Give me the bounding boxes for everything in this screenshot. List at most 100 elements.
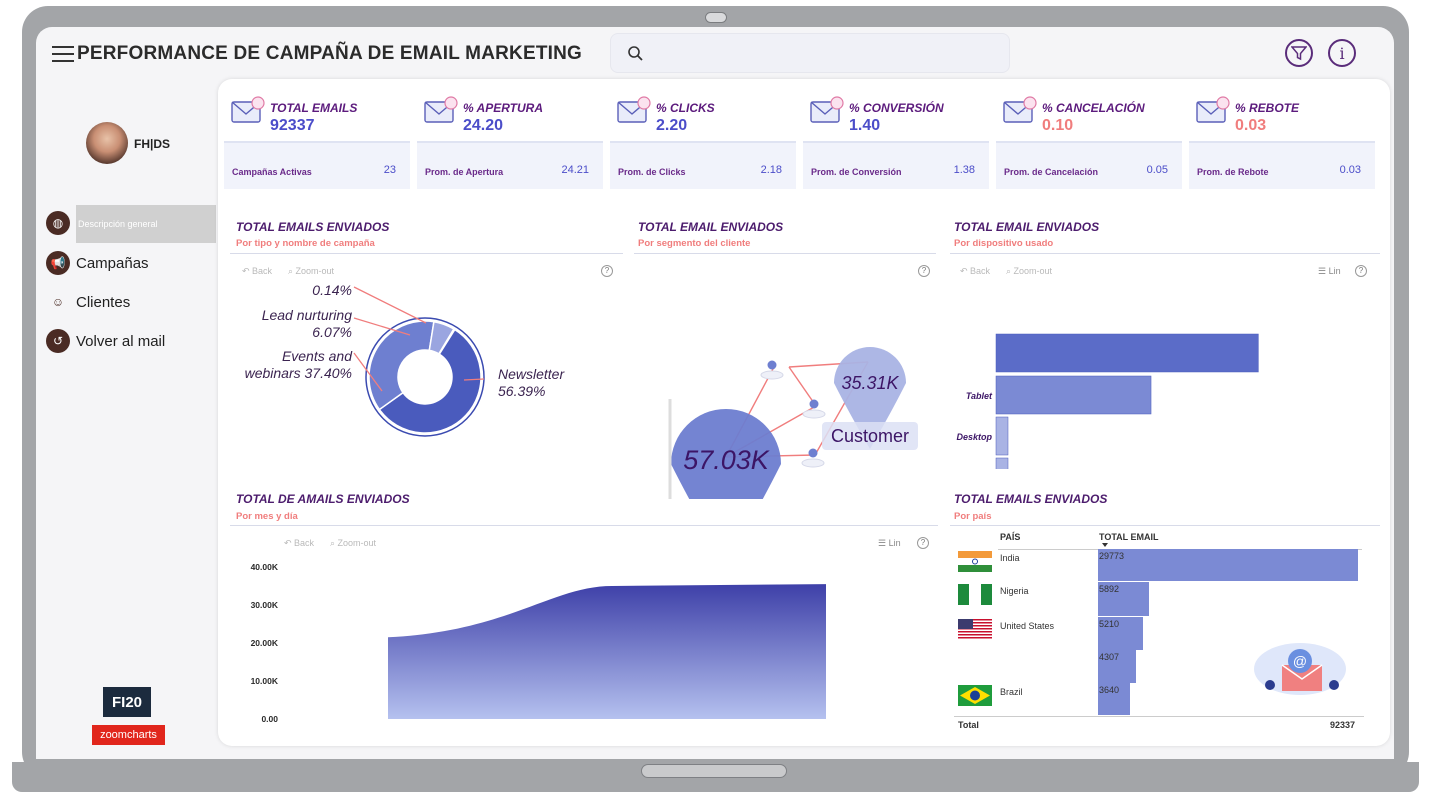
click-mail-icon: [617, 96, 651, 123]
back-button[interactable]: ↶ Back: [960, 266, 990, 277]
nav-item-campaigns[interactable]: 📢 Campañas: [46, 250, 149, 276]
kpi-top: % APERTURA 24.20: [417, 87, 603, 139]
donut-label: webinars 37.40%: [245, 365, 352, 381]
kpi-card: % CANCELACIÓN 0.10 Prom. de Cancelación 0.0…: [996, 87, 1182, 191]
search-input[interactable]: [610, 33, 1010, 73]
kpi-card: % REBOTE 0.03 Prom. de Rebote 0.03: [1189, 87, 1375, 191]
kpi-sub-value: 0.05: [1146, 164, 1168, 176]
nav-item-clients[interactable]: ☺ Clientes: [46, 289, 130, 315]
filter-icon: [1291, 46, 1307, 61]
kpi-bottom: Prom. de Conversión 1.38: [803, 141, 989, 189]
chart-subtitle: Por mes y día: [236, 511, 298, 522]
divider: [950, 525, 1380, 526]
chart-title: TOTAL EMAIL ENVIADOS: [954, 220, 1100, 234]
country-value: 5892: [1099, 584, 1120, 594]
zoomcharts-logo: zoomcharts: [92, 725, 165, 745]
mail-icon: [231, 96, 265, 123]
network-chart[interactable]: 57.03KLead35.31KCustomer: [634, 259, 944, 499]
y-tick-label: 0.00: [261, 714, 278, 724]
donut-label: Promotional: [277, 279, 353, 281]
zoom-out-button[interactable]: ⌕ Zoom-out: [1006, 266, 1052, 277]
filter-clear-button[interactable]: [1285, 39, 1313, 67]
kpi-sub-label: Prom. de Apertura: [425, 167, 504, 177]
help-icon[interactable]: ?: [601, 265, 613, 277]
usa-flag-icon: [958, 619, 992, 639]
divider: [634, 253, 936, 254]
column-header-country[interactable]: PAÍS: [1000, 532, 1020, 542]
divider: [230, 525, 938, 526]
area-chart[interactable]: 0.00 10.00K 20.00K 30.00K 40.00K julio agosto s…: [230, 545, 938, 725]
device-bar-chart[interactable]: TabletDesktopMobile05K10K15K20K25K30K35K…: [950, 279, 1380, 469]
network-value-label: 35.31K: [841, 373, 899, 393]
y-tick-label: 10.00K: [251, 676, 279, 686]
kpi-bottom: Campañas Activas 23: [224, 141, 410, 189]
zoom-out-button[interactable]: ⌕ Zoom-out: [288, 266, 334, 277]
chart-subtitle: Por dispositivo usado: [954, 238, 1054, 249]
device-bar: [995, 457, 1009, 469]
area-series: [388, 584, 826, 719]
nav-item-label: Clientes: [76, 293, 131, 311]
kpi-sub-label: Prom. de Rebote: [1197, 167, 1269, 177]
avatar: [86, 122, 128, 164]
donut-leader-line: [353, 286, 427, 324]
sort-desc-icon: [1102, 543, 1108, 547]
chart-subtitle: Por país: [954, 511, 992, 522]
kpi-top: TOTAL EMAILS 92337: [224, 87, 410, 139]
kpi-label: % CANCELACIÓN: [1042, 101, 1145, 115]
device-category-label: Tablet: [966, 391, 993, 401]
device-bar: [995, 333, 1259, 373]
kpi-label: % APERTURA: [463, 101, 544, 115]
donut-chart[interactable]: Newsletter56.39% Events andwebinars 37.40…: [230, 279, 623, 469]
menu-icon[interactable]: [52, 46, 74, 62]
network-node-label: [801, 458, 825, 468]
donut-label: Events and: [282, 348, 353, 364]
nav-item-overview[interactable]: Descripción general: [76, 205, 216, 243]
email-marketing-illustration: @: [1254, 643, 1346, 695]
kpi-top: % CANCELACIÓN 0.10: [996, 87, 1182, 139]
network-category-label: Customer: [831, 426, 909, 446]
help-icon[interactable]: ?: [1355, 265, 1367, 277]
y-tick-label: 40.00K: [251, 562, 279, 572]
country-name: Nigeria: [1000, 586, 1029, 596]
network-node-label: [760, 370, 784, 380]
people-icon: ☺: [51, 295, 65, 309]
donut-label: 56.39%: [498, 383, 545, 399]
back-button[interactable]: ↶ Back: [242, 266, 272, 277]
open-mail-icon: [424, 96, 458, 123]
device-bar: [995, 416, 1009, 456]
chart-title: TOTAL EMAILS ENVIADOS: [954, 492, 1108, 506]
kpi-sub-value: 0.03: [1339, 164, 1361, 176]
info-button[interactable]: i: [1328, 39, 1356, 67]
x-tick-label: agosto: [594, 724, 620, 725]
y-tick-label: 20.00K: [251, 638, 279, 648]
kpi-value: 24.20: [463, 117, 504, 134]
nav-globe-icon: ◍: [46, 210, 76, 236]
kpi-label: TOTAL EMAILS: [270, 101, 358, 115]
y-tick-label: 30.00K: [251, 600, 279, 610]
nav-item-return-mail[interactable]: ↺ Volver al mail: [46, 328, 165, 354]
country-value: 3640: [1099, 685, 1120, 695]
kpi-sub-label: Prom. de Conversión: [811, 167, 902, 177]
country-value: 4307: [1099, 652, 1120, 662]
donut-label: Lead nurturing: [262, 307, 353, 323]
nav-item-label: Volver al mail: [76, 332, 166, 350]
kpi-label: % CONVERSIÓN: [849, 101, 944, 115]
brazil-flag-icon: [958, 685, 992, 706]
kpi-top: % CLICKS 2.20: [610, 87, 796, 139]
fi20-logo: FI20: [103, 687, 151, 717]
column-header-total[interactable]: TOTAL EMAIL: [1099, 532, 1159, 542]
divider: [954, 716, 1364, 717]
india-flag-icon: [958, 551, 992, 572]
network-small-node: [809, 399, 819, 409]
network-small-node: [767, 360, 777, 370]
kpi-value: 2.20: [656, 117, 688, 134]
chart-subtitle: Por tipo y nombre de campaña: [236, 238, 375, 249]
donut-label: 0.14%: [312, 282, 352, 298]
lin-toggle[interactable]: ☰ Lin: [1318, 266, 1341, 277]
page-title: PERFORMANCE DE CAMPAÑA DE EMAIL MARKETIN…: [77, 43, 583, 64]
kpi-value: 0.10: [1042, 117, 1074, 134]
chart-title: TOTAL EMAILS ENVIADOS: [236, 220, 390, 234]
return-icon: ↺: [46, 329, 70, 353]
country-name: Brazil: [1000, 687, 1023, 697]
dashboard-screen: PERFORMANCE DE CAMPAÑA DE EMAIL MARKETIN…: [36, 27, 1394, 759]
